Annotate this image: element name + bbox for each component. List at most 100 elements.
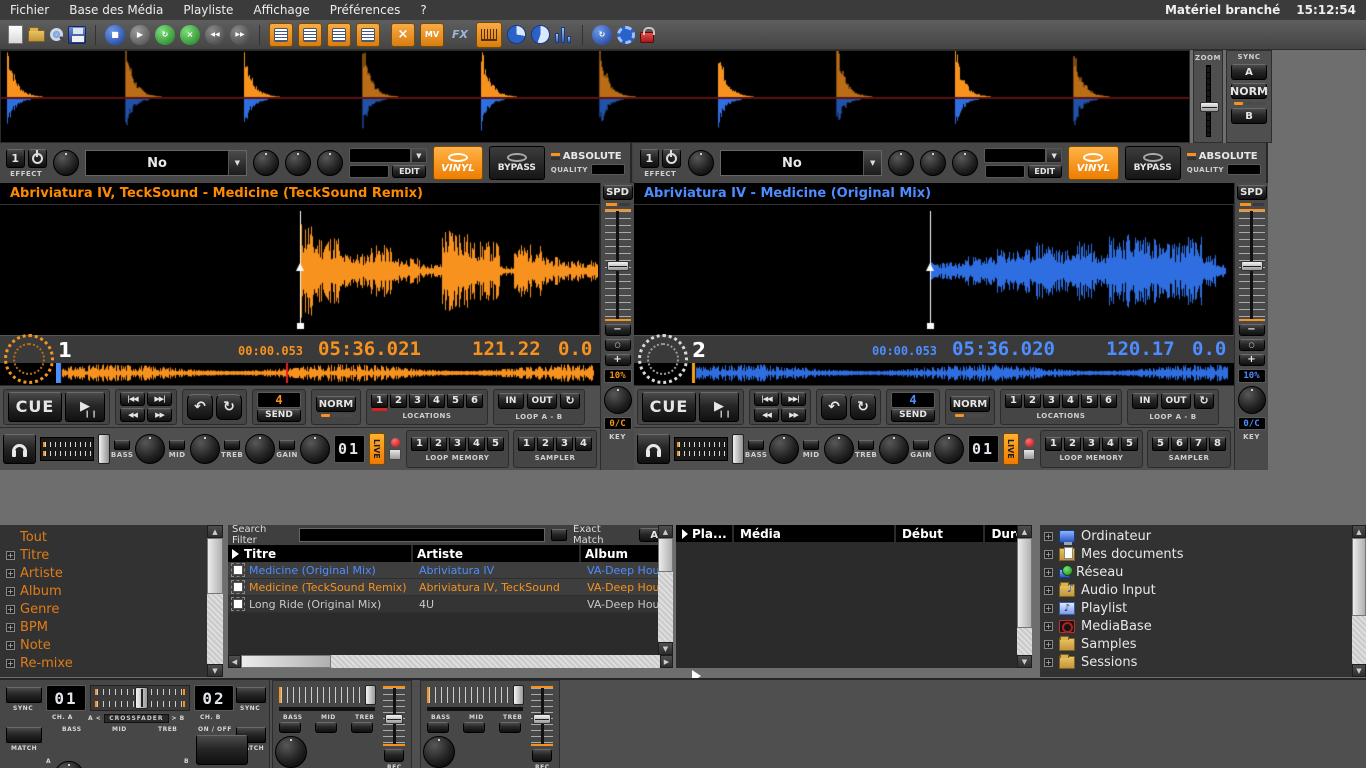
effect-power-button[interactable] <box>27 148 47 168</box>
vinyl-mode-button[interactable]: VINYL <box>1068 146 1119 180</box>
stop-icon[interactable]: ■ <box>105 24 125 45</box>
mixer-view-icon[interactable] <box>555 26 573 43</box>
sampler-5-button[interactable]: 5 <box>1152 436 1169 451</box>
sampler-7-button[interactable]: 7 <box>1190 436 1207 451</box>
treble-knob[interactable] <box>244 434 275 464</box>
strip-bass-knob[interactable] <box>275 736 307 768</box>
pie-view2-icon[interactable] <box>531 25 550 44</box>
track-row[interactable]: Long Ride (Original Mix) 4U VA-Deep Hou <box>228 596 673 613</box>
vinyl-mode-button[interactable]: VINYL <box>432 146 483 180</box>
pitch-plus-button[interactable]: + <box>604 354 631 366</box>
scrollbar-track[interactable] <box>658 572 673 642</box>
absolute-indicator[interactable] <box>1186 153 1196 160</box>
strip-bass-kill[interactable] <box>427 722 449 733</box>
scrollbar-track[interactable] <box>207 594 223 664</box>
scrollbar-track[interactable] <box>1352 616 1366 664</box>
reloop-button[interactable]: ↶ <box>821 393 847 420</box>
key-knob[interactable] <box>1237 386 1266 414</box>
sync-b-button[interactable]: B <box>1231 108 1267 124</box>
effect-param2-knob[interactable] <box>920 150 947 176</box>
search-icon[interactable] <box>50 28 63 41</box>
match-a-button[interactable] <box>6 727 42 743</box>
slider-handle[interactable] <box>365 685 376 705</box>
loop-memory-1-button[interactable]: 1 <box>1045 436 1062 451</box>
sidebar-item-genre[interactable]: + Genre <box>6 600 207 618</box>
track-row[interactable]: Medicine (Original Mix) Abriviatura IV V… <box>228 562 673 579</box>
location-5-button[interactable]: 5 <box>1081 393 1098 408</box>
effect-param1-knob[interactable] <box>252 150 279 176</box>
effect-dry-wet-knob[interactable] <box>687 150 714 176</box>
scrollbar-track[interactable] <box>331 655 660 668</box>
cue-button[interactable]: CUE <box>642 391 696 422</box>
track-icon[interactable] <box>231 597 245 611</box>
sidebar-item-artiste[interactable]: + Artiste <box>6 564 207 582</box>
spd-button[interactable]: SPD <box>1236 185 1267 200</box>
expand-icon[interactable]: + <box>1044 639 1053 649</box>
sidebar-item-bpm[interactable]: + BPM <box>6 618 207 636</box>
scroll-up-icon[interactable]: ▲ <box>658 525 673 538</box>
mid-knob[interactable] <box>189 434 220 464</box>
absolute-indicator[interactable] <box>550 153 560 160</box>
expand-icon[interactable]: + <box>1044 657 1053 667</box>
expand-icon[interactable]: + <box>1044 567 1053 577</box>
record-icon[interactable] <box>1024 438 1034 447</box>
waveform-view-icon[interactable] <box>476 21 502 48</box>
strip-mid-kill[interactable] <box>315 722 337 733</box>
scroll-down-icon[interactable]: ▼ <box>1017 655 1032 668</box>
sampler-6-button[interactable]: 6 <box>1171 436 1188 451</box>
treble-kill-button[interactable] <box>224 439 241 450</box>
effect-param3-knob[interactable] <box>952 150 979 176</box>
deck-waveform[interactable] <box>634 205 1234 335</box>
preset-select[interactable] <box>984 148 1047 163</box>
tracklist-hscrollbar[interactable]: ◀ ▶ <box>228 655 673 668</box>
sidebar-scrollbar[interactable]: ▲ ▼ <box>207 525 223 677</box>
scroll-down-icon[interactable]: ▼ <box>1352 664 1366 677</box>
refresh-icon[interactable]: ↻ <box>155 24 175 45</box>
skip-end-button[interactable]: ▶▶| <box>781 391 806 406</box>
reloop-button[interactable]: ↶ <box>187 393 213 420</box>
open-folder-icon[interactable] <box>28 27 45 42</box>
expand-icon[interactable]: + <box>1044 585 1053 595</box>
column-titre[interactable]: Titre <box>228 545 413 562</box>
scroll-right-icon[interactable]: ▶ <box>660 655 673 668</box>
edit-button[interactable]: EDIT <box>1027 165 1062 178</box>
expand-icon[interactable]: + <box>6 622 15 632</box>
menu-help[interactable]: ? <box>410 0 436 20</box>
previous-icon[interactable]: ◀◀ <box>205 24 225 45</box>
scroll-up-icon[interactable]: ▲ <box>1352 525 1366 538</box>
monitor-slider[interactable] <box>98 434 110 464</box>
jog-position-spinner[interactable] <box>4 334 54 384</box>
effect-dry-wet-knob[interactable] <box>53 150 80 176</box>
play-icon[interactable]: ▶ <box>130 24 150 45</box>
loop-memory-5-button[interactable]: 5 <box>487 436 504 451</box>
scroll-up-icon[interactable]: ▲ <box>1017 525 1032 538</box>
pie-view-icon[interactable] <box>507 25 526 44</box>
norm-button[interactable]: NORM <box>316 396 356 412</box>
tracklist-scrollbar[interactable]: ▲ ▼ <box>658 525 673 655</box>
loop-memory-4-button[interactable]: 4 <box>1102 436 1119 451</box>
search-clear-button[interactable] <box>551 529 568 541</box>
view-panels-icon[interactable] <box>356 22 380 47</box>
headphone-cue-button[interactable] <box>3 434 36 464</box>
scroll-down-icon[interactable]: ▼ <box>658 642 673 655</box>
expand-icon[interactable]: + <box>6 586 15 596</box>
column-debut[interactable]: Début <box>896 525 986 542</box>
expand-icon[interactable]: + <box>6 568 15 578</box>
strip-pitch-slider[interactable] <box>427 685 524 705</box>
disk-icon[interactable] <box>389 449 402 460</box>
strip-rec-button[interactable] <box>532 749 552 762</box>
zoom-slider[interactable] <box>1199 65 1219 137</box>
loop-sync-button[interactable]: ↻ <box>850 393 876 420</box>
tree-item-reseau[interactable]: + Réseau <box>1044 563 1352 581</box>
spd-button[interactable]: SPD <box>602 185 633 200</box>
new-file-icon[interactable] <box>8 25 23 44</box>
gain-knob[interactable] <box>933 434 964 464</box>
sidebar-item-album[interactable]: + Album <box>6 582 207 600</box>
expand-icon[interactable]: + <box>6 640 15 650</box>
treble-knob[interactable] <box>878 434 909 464</box>
scrollbar-thumb[interactable] <box>1017 538 1032 628</box>
scrollbar-thumb[interactable] <box>207 538 223 594</box>
view-browser-icon[interactable] <box>269 22 293 47</box>
norm-button[interactable]: NORM <box>950 396 990 412</box>
chevron-down-icon[interactable]: ▼ <box>410 148 427 163</box>
